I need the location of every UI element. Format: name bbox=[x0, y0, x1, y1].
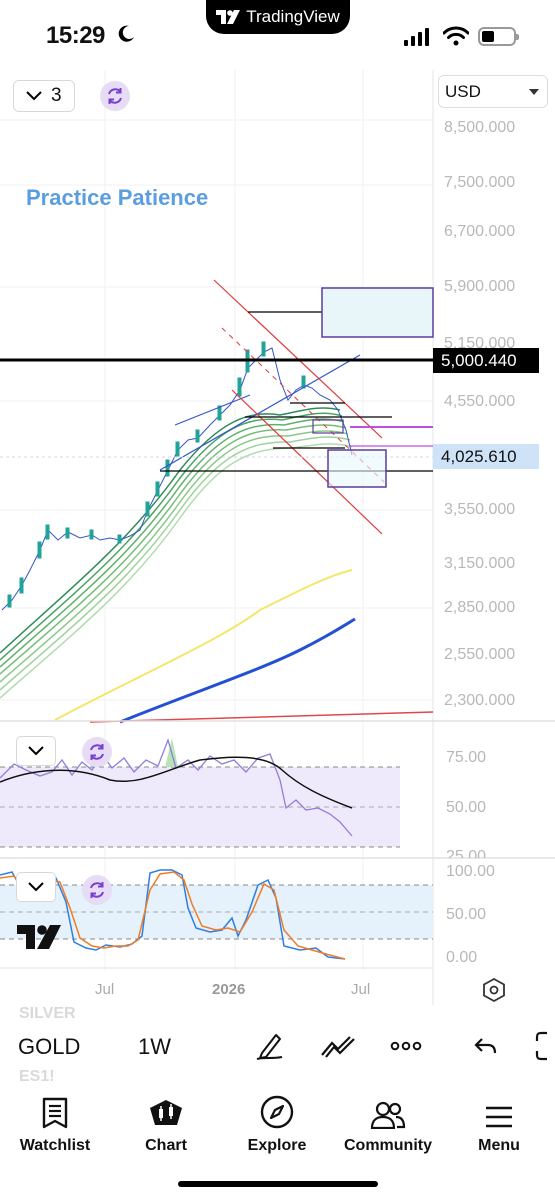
next-symbol[interactable]: ES1! bbox=[19, 1068, 55, 1086]
stoch-label: 0.00 bbox=[446, 949, 478, 966]
more-button[interactable] bbox=[388, 1030, 424, 1062]
compass-icon bbox=[260, 1095, 294, 1129]
tab-chart[interactable]: Chart bbox=[111, 1093, 221, 1155]
interval-count-button[interactable]: 3 bbox=[13, 80, 75, 112]
stoch-label: 50.00 bbox=[446, 906, 487, 923]
stoch-label: 100.00 bbox=[446, 863, 495, 880]
rsi-collapse-button[interactable] bbox=[16, 736, 56, 766]
price-label: 2,550.000 bbox=[444, 646, 516, 663]
sync-icon bbox=[90, 744, 104, 760]
line-tools-button[interactable] bbox=[320, 1030, 356, 1062]
stoch-collapse-button[interactable] bbox=[16, 872, 56, 902]
tab-label: Chart bbox=[145, 1137, 187, 1154]
currency-label: USD bbox=[445, 81, 481, 101]
currency-select[interactable]: USD bbox=[438, 75, 548, 108]
draw-tool-icon bbox=[256, 1034, 283, 1060]
price-label: 7,500.000 bbox=[444, 174, 516, 191]
rsi-sync-button[interactable] bbox=[82, 737, 112, 767]
symbol-button[interactable]: GOLD bbox=[18, 1034, 80, 1060]
undo-button[interactable] bbox=[468, 1030, 504, 1062]
candles bbox=[1, 341, 353, 611]
level-price-tag: 5,000.440 bbox=[433, 348, 539, 373]
chart-icon bbox=[150, 1100, 182, 1125]
price-label: 3,150.000 bbox=[444, 555, 516, 572]
chevron-down-icon bbox=[26, 91, 43, 101]
menu-icon bbox=[486, 1106, 512, 1128]
last-price-tag: 4,025.610 bbox=[433, 444, 539, 469]
rsi-label: 25.00 bbox=[446, 848, 487, 858]
home-indicator bbox=[178, 1181, 378, 1187]
status-time: 15:29 bbox=[46, 22, 105, 49]
tradingview-logo-icon bbox=[216, 10, 241, 24]
battery-icon bbox=[478, 27, 519, 46]
timeframe-button[interactable]: 1W bbox=[138, 1034, 171, 1060]
signal-icon bbox=[404, 28, 429, 46]
price-label: 2,850.000 bbox=[444, 599, 516, 616]
status-bar: 15:29 TradingView bbox=[0, 0, 555, 70]
wifi-icon bbox=[443, 26, 469, 46]
price-label: 6,700.000 bbox=[444, 223, 516, 240]
community-icon bbox=[370, 1101, 406, 1129]
price-label: 5,900.000 bbox=[444, 278, 516, 295]
chart-area[interactable]: 3 USD Practice Patience 8,500.000 7,500.… bbox=[0, 70, 555, 1005]
time-label: Jul bbox=[95, 981, 115, 998]
moon-icon bbox=[118, 25, 134, 42]
tradingview-logo-icon bbox=[17, 925, 61, 949]
price-label: 8,500.000 bbox=[444, 119, 516, 136]
fullscreen-button[interactable] bbox=[535, 1030, 555, 1062]
time-label: Jul bbox=[351, 981, 371, 998]
chevron-down-icon bbox=[28, 882, 44, 892]
tab-explore[interactable]: Explore bbox=[222, 1093, 332, 1155]
caret-down-icon bbox=[529, 88, 539, 95]
sync-icon bbox=[108, 88, 122, 104]
sync-button[interactable] bbox=[100, 81, 130, 111]
tab-label: Menu bbox=[478, 1137, 520, 1154]
fullscreen-icon bbox=[535, 1031, 547, 1061]
line-tools-icon bbox=[321, 1036, 355, 1058]
draw-tool-button[interactable] bbox=[252, 1030, 288, 1062]
tab-label: Community bbox=[344, 1137, 432, 1154]
chart-annotation[interactable]: Practice Patience bbox=[26, 185, 208, 211]
price-label: 4,550.000 bbox=[444, 393, 516, 410]
stoch-sync-button[interactable] bbox=[82, 875, 112, 905]
chart-settings-icon[interactable] bbox=[481, 977, 507, 1003]
time-label: 2026 bbox=[212, 981, 246, 998]
tab-label: Explore bbox=[247, 1137, 307, 1154]
tab-watchlist[interactable]: Watchlist bbox=[0, 1093, 110, 1155]
more-icon bbox=[390, 1041, 422, 1051]
tab-label: Watchlist bbox=[19, 1137, 91, 1154]
sync-icon bbox=[90, 882, 104, 898]
chevron-down-icon bbox=[28, 746, 44, 756]
price-label: 2,300.000 bbox=[444, 692, 516, 709]
island-label: TradingView bbox=[246, 7, 340, 26]
tab-community[interactable]: Community bbox=[333, 1093, 443, 1155]
rsi-label: 50.00 bbox=[446, 799, 487, 816]
interval-count-label: 3 bbox=[51, 85, 62, 106]
rsi-label: 75.00 bbox=[446, 749, 487, 766]
price-label: 3,550.000 bbox=[444, 501, 516, 518]
watchlist-icon bbox=[42, 1097, 68, 1129]
dynamic-island: TradingView bbox=[206, 0, 350, 34]
undo-icon bbox=[474, 1038, 497, 1054]
tab-menu[interactable]: Menu bbox=[444, 1093, 554, 1155]
prev-symbol[interactable]: SILVER bbox=[19, 1005, 76, 1023]
